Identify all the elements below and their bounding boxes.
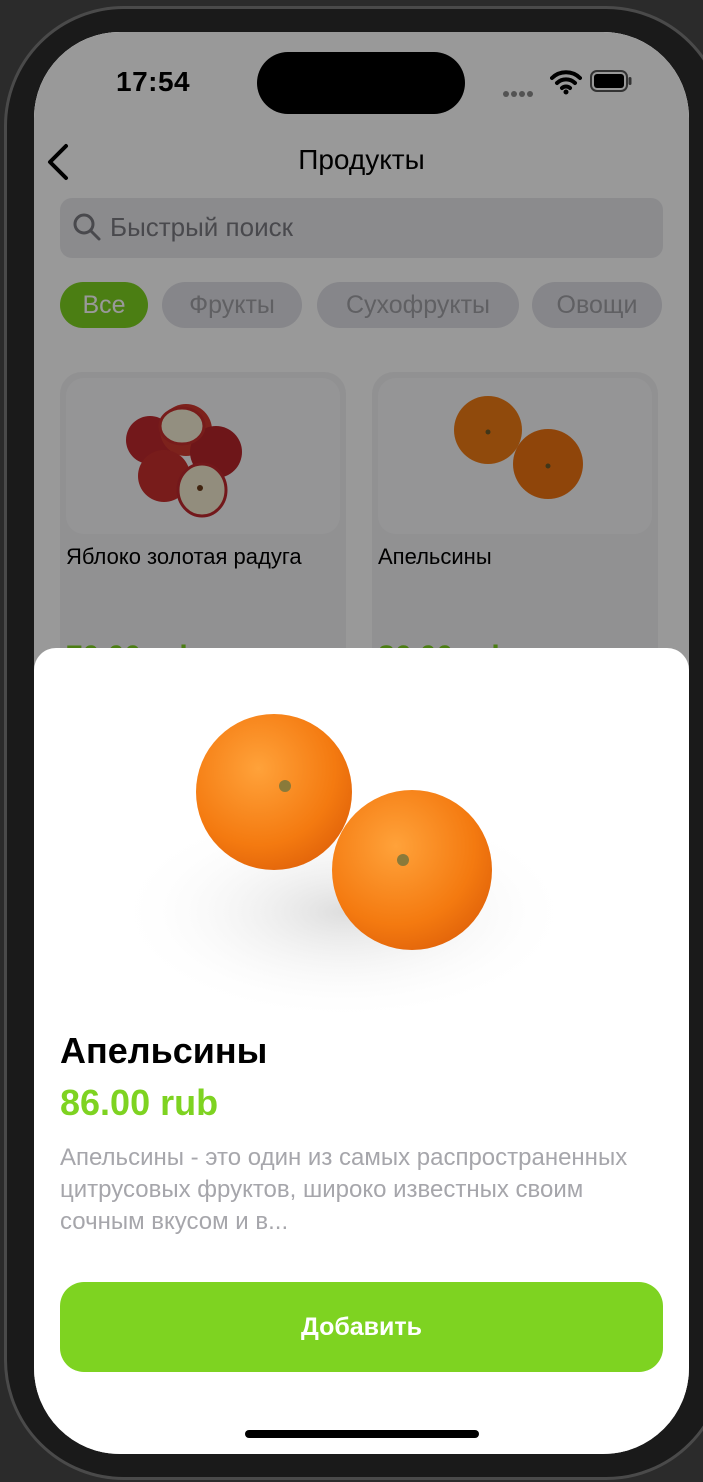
add-button[interactable]: Добавить — [60, 1282, 663, 1372]
screen: 17:54 Продукты Быстрый поиск Все Фрукты … — [34, 32, 689, 1454]
sheet-product-name: Апельсины — [60, 1030, 268, 1071]
sheet-product-price: 86.00 rub — [60, 1082, 219, 1123]
sheet-product-description: Апельсины - это один из самых распростра… — [60, 1144, 628, 1235]
oranges-hero-image — [114, 714, 574, 1022]
product-detail-sheet: Апельсины 86.00 rub Апельсины - это один… — [34, 648, 689, 1454]
home-indicator[interactable] — [245, 1430, 479, 1438]
